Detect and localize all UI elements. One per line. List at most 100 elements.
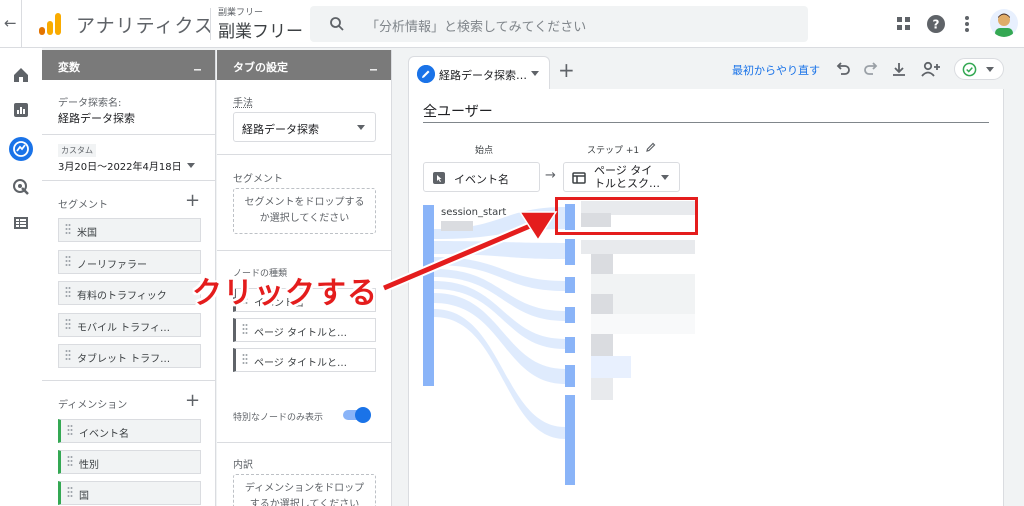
configure-icon[interactable]: [10, 212, 32, 234]
drag-handle-icon[interactable]: [67, 455, 73, 469]
add-segment-icon[interactable]: +: [185, 192, 200, 210]
exploration-name-label: データ探索名:: [58, 98, 122, 109]
drag-handle-icon[interactable]: [65, 349, 71, 363]
dimensions-title: ディメンション: [58, 400, 128, 411]
date-dropdown-icon[interactable]: [187, 163, 195, 168]
more-vert-icon[interactable]: [957, 14, 977, 34]
help-icon[interactable]: ?: [926, 14, 946, 34]
segment-chip[interactable]: 米国: [58, 218, 201, 242]
minimize-icon[interactable]: _: [194, 55, 201, 71]
start-node-label: イベント名: [454, 173, 509, 186]
tab-label: 経路データ探索…: [439, 69, 527, 82]
drag-handle-icon[interactable]: [242, 353, 248, 367]
segment-chip[interactable]: タブレット トラフ…: [58, 344, 201, 368]
add-dimension-icon[interactable]: +: [185, 392, 200, 410]
download-icon[interactable]: [890, 60, 908, 78]
drag-handle-icon[interactable]: [67, 486, 73, 500]
technique-value: 経路データ探索: [242, 123, 319, 136]
special-nodes-toggle[interactable]: [343, 407, 371, 423]
advertising-icon[interactable]: [10, 176, 32, 198]
node-type-chip[interactable]: ページ タイトルと…: [233, 348, 376, 372]
minimize-icon[interactable]: _: [370, 55, 377, 71]
drag-handle-icon[interactable]: [65, 223, 71, 237]
drag-handle-icon[interactable]: [242, 323, 248, 337]
step-node-bar[interactable]: [565, 337, 575, 353]
nav-rail: [0, 48, 42, 506]
property-selector[interactable]: 副業フリー: [218, 17, 303, 42]
drag-handle-icon[interactable]: [67, 424, 73, 438]
redo-icon[interactable]: [862, 60, 880, 78]
tab-settings-title: タブの設定: [233, 61, 288, 74]
segment-chip[interactable]: モバイル トラフィ…: [58, 313, 201, 337]
step-node-bar[interactable]: [565, 395, 575, 485]
step-node-bar[interactable]: [565, 307, 575, 323]
node-type-text: ページ タイトルと…: [254, 328, 347, 339]
start-node-selector[interactable]: イベント名: [423, 162, 540, 192]
home-icon[interactable]: [10, 64, 32, 86]
status-dropdown[interactable]: [954, 58, 1004, 80]
share-user-icon[interactable]: [920, 60, 942, 78]
back-arrow-icon[interactable]: ←: [4, 14, 20, 34]
web-page-icon: [572, 172, 586, 184]
drag-handle-icon[interactable]: [65, 255, 71, 269]
segment-title: 全ユーザー: [423, 104, 493, 120]
dimension-label: 性別: [79, 460, 99, 471]
dimension-chip[interactable]: イベント名: [58, 419, 201, 443]
node-type-chip[interactable]: ページ タイトルと…: [233, 318, 376, 342]
tab-settings-header: タブの設定 _: [217, 50, 391, 80]
header-separator: [210, 8, 211, 40]
segment-compare-label: セグメント: [233, 174, 283, 185]
add-tab-button[interactable]: +: [558, 58, 575, 82]
drag-handle-icon[interactable]: [65, 318, 71, 332]
title-underline: [423, 122, 989, 123]
check-circle-icon: [962, 62, 977, 77]
exploration-name-input[interactable]: 経路データ探索: [58, 110, 135, 126]
chevron-down-icon[interactable]: [531, 71, 539, 76]
segments-title: セグメント: [58, 200, 108, 211]
start-column-label: 始点: [475, 146, 494, 156]
svg-text:?: ?: [933, 18, 940, 32]
drag-handle-icon[interactable]: [65, 286, 71, 300]
explore-icon[interactable]: [8, 136, 34, 162]
blurred-label: [591, 378, 613, 400]
arrow-right-icon: →: [545, 168, 556, 183]
blurred-label: [591, 314, 695, 334]
tab-path-exploration[interactable]: 経路データ探索…: [408, 56, 550, 89]
variables-panel-header: 変数 _: [42, 50, 215, 80]
node-type-text: ページ タイトルと…: [254, 358, 347, 369]
step-node-bar[interactable]: [565, 365, 575, 387]
edit-step-icon[interactable]: [645, 141, 657, 153]
search-bar[interactable]: 「分析情報」と検索してみてください: [310, 6, 808, 42]
blurred-label: [591, 356, 631, 378]
start-over-link[interactable]: 最初からやり直す: [732, 62, 820, 78]
analytics-logo-icon: [39, 13, 61, 35]
dimension-label: 国: [79, 491, 89, 502]
reports-icon[interactable]: [10, 99, 32, 121]
chevron-down-icon: [661, 175, 669, 180]
undo-icon[interactable]: [834, 60, 852, 78]
apps-grid-icon[interactable]: [894, 14, 914, 34]
segment-chip[interactable]: 有料のトラフィック: [58, 281, 201, 305]
cursor-click-icon: [433, 172, 445, 184]
step-node-selector[interactable]: ページ タイトルとスク…: [563, 162, 680, 192]
technique-select[interactable]: 経路データ探索: [233, 112, 376, 142]
dimension-chip[interactable]: 性別: [58, 450, 201, 474]
segment-chip[interactable]: ノーリファラー: [58, 250, 201, 274]
blurred-label: [591, 254, 613, 274]
breakdown-drop-zone[interactable]: ディメンションをドロップするか選択してください: [233, 474, 376, 506]
date-range-selector[interactable]: 3月20日～2022年4月18日: [58, 158, 182, 173]
avatar[interactable]: [990, 9, 1018, 37]
dimension-chip[interactable]: 国: [58, 481, 201, 505]
breakdown-label: 内訳: [233, 460, 253, 471]
variables-panel-title: 変数: [58, 61, 80, 74]
user-avatar-icon: [995, 13, 1013, 37]
segment-drop-zone[interactable]: セグメントをドロップするか選択してください: [233, 188, 376, 234]
segment-label: ノーリファラー: [77, 260, 147, 271]
edit-pencil-icon[interactable]: [417, 65, 435, 83]
search-input[interactable]: 「分析情報」と検索してみてください: [366, 16, 586, 35]
divider: [217, 154, 391, 155]
blurred-label: [613, 294, 695, 314]
step-column-label: ステップ +1: [587, 146, 640, 156]
blurred-label: [591, 274, 695, 294]
search-icon: [330, 17, 344, 31]
